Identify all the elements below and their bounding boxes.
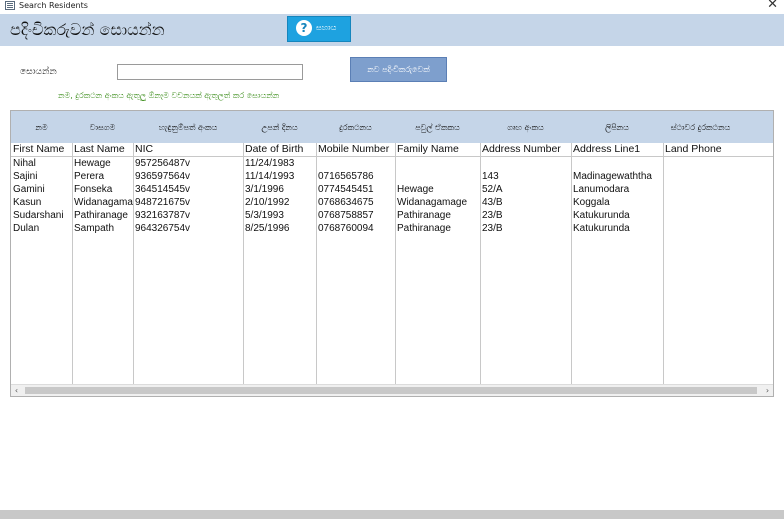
table-cell[interactable]: Madinagewaththa — [571, 170, 663, 183]
residents-grid[interactable]: නම වාසගම හැඳුනුම්පත් අංකය උපන් දිනය දුරකථනය ප… — [10, 110, 774, 397]
table-cell[interactable]: 0774545451 — [316, 183, 395, 196]
table-cell[interactable] — [571, 157, 663, 170]
table-cell[interactable]: 0768758857 — [316, 209, 395, 222]
table-cell[interactable]: 3/1/1996 — [243, 183, 316, 196]
table-row[interactable]: Nihal Hewage 957256487v 11/24/1983 — [11, 157, 773, 170]
table-cell[interactable]: Koggala — [571, 196, 663, 209]
table-cell[interactable]: 364514545v — [133, 183, 243, 196]
table-cell[interactable] — [663, 157, 738, 170]
new-resident-button[interactable]: නව පදිංචිකරුවෙක් — [350, 57, 447, 82]
table-cell[interactable]: 11/24/1983 — [243, 157, 316, 170]
table-cell[interactable] — [395, 157, 480, 170]
table-row[interactable]: KasunWidanagamage948721675v2/10/19920768… — [11, 196, 773, 209]
field-name-cell[interactable]: Address Line1 — [571, 143, 663, 156]
table-cell[interactable]: Pathiranage — [72, 209, 133, 222]
table-cell[interactable]: 964326754v — [133, 222, 243, 235]
field-name-cell[interactable]: NIC — [133, 143, 243, 156]
help-button[interactable]: ? සහාය — [287, 16, 351, 42]
column-header-8[interactable]: ස්ථාවර දුරකථනය — [663, 111, 738, 143]
app-icon — [5, 1, 15, 10]
table-cell[interactable]: Sajini — [11, 170, 72, 183]
table-cell[interactable]: Kasun — [11, 196, 72, 209]
field-name-cell[interactable]: Family Name — [395, 143, 480, 156]
column-headers: නම වාසගම හැඳුනුම්පත් අංකය උපන් දිනය දුරකථනය ප… — [11, 111, 773, 143]
scroll-left-icon[interactable]: ‹ — [11, 385, 22, 396]
window-title: Search Residents — [19, 1, 88, 10]
table-cell[interactable] — [663, 209, 738, 222]
horizontal-scrollbar[interactable]: ‹ › — [11, 384, 773, 396]
table-row[interactable]: Sudarshani Pathiranage 932163787v 5/3/1993 0… — [11, 209, 773, 222]
column-header-0[interactable]: නම — [11, 111, 72, 143]
status-bar — [0, 510, 784, 519]
column-header-6[interactable]: ගෘහ අංකය — [480, 111, 571, 143]
close-icon[interactable]: ✕ — [767, 0, 778, 11]
field-name-cell[interactable]: First Name — [11, 143, 72, 156]
field-name-cell[interactable]: Last Name — [72, 143, 133, 156]
table-cell[interactable]: 948721675v — [133, 196, 243, 209]
table-cell[interactable]: 0768760094 — [316, 222, 395, 235]
table-cell[interactable]: 2/10/1992 — [243, 196, 316, 209]
help-icon: ? — [296, 20, 312, 36]
column-header-4[interactable]: දුරකථනය — [316, 111, 395, 143]
column-header-7[interactable]: ලිපිනය — [571, 111, 663, 143]
table-cell[interactable] — [663, 222, 738, 235]
table-cell[interactable] — [316, 157, 395, 170]
table-cell[interactable]: Lanumodara — [571, 183, 663, 196]
table-cell[interactable]: Perera — [72, 170, 133, 183]
table-cell[interactable]: 932163787v — [133, 209, 243, 222]
table-cell[interactable]: 23/B — [480, 209, 571, 222]
help-button-label: සහාය — [316, 23, 337, 32]
table-cell[interactable] — [663, 183, 738, 196]
search-hint: නම, දුරකථන අංකය ඇතුලු ඕනෑම වචනයක් ඇතුලත්… — [58, 91, 280, 100]
table-cell[interactable]: 8/25/1996 — [243, 222, 316, 235]
scroll-right-icon[interactable]: › — [762, 385, 773, 396]
table-cell[interactable]: 936597564v — [133, 170, 243, 183]
table-row[interactable]: Sajini Perera 936597564v 11/14/1993 07165657… — [11, 170, 773, 183]
table-cell[interactable] — [480, 157, 571, 170]
page-title: පදිංචිකරුවන් සොයන්න — [10, 20, 165, 39]
field-name-cell[interactable]: Date of Birth — [243, 143, 316, 156]
table-cell[interactable]: Nihal — [11, 157, 72, 170]
table-cell[interactable]: Katukurunda — [571, 209, 663, 222]
header-bar: පදිංචිකරුවන් සොයන්න — [0, 14, 784, 46]
table-cell[interactable]: 0716565786 — [316, 170, 395, 183]
table-cell[interactable]: Widanagamage — [72, 196, 133, 209]
table-cell[interactable]: Sampath — [72, 222, 133, 235]
table-cell[interactable]: Gamini — [11, 183, 72, 196]
field-name-cell[interactable]: Land Phone — [663, 143, 738, 156]
table-cell[interactable]: Sudarshani — [11, 209, 72, 222]
column-header-5[interactable]: පවුල් ඒකකය — [395, 111, 480, 143]
table-cell[interactable]: Fonseka — [72, 183, 133, 196]
column-header-2[interactable]: හැඳුනුම්පත් අංකය — [133, 111, 243, 143]
table-cell[interactable]: Pathiranage — [395, 222, 480, 235]
scrollbar-thumb[interactable] — [25, 387, 757, 394]
search-label: සොයන්න — [20, 67, 57, 77]
field-name-cell[interactable]: Mobile Number — [316, 143, 395, 156]
table-cell[interactable]: 23/B — [480, 222, 571, 235]
table-cell[interactable]: Hewage — [395, 183, 480, 196]
title-bar: Search Residents ✕ — [0, 0, 784, 12]
table-cell[interactable] — [395, 170, 480, 183]
table-cell[interactable]: Dulan — [11, 222, 72, 235]
table-row[interactable]: Dulan Sampath 964326754v 8/25/1996 076876009… — [11, 222, 773, 235]
column-header-3[interactable]: උපන් දිනය — [243, 111, 316, 143]
table-cell[interactable]: 143 — [480, 170, 571, 183]
table-cell[interactable]: 5/3/1993 — [243, 209, 316, 222]
table-cell[interactable]: Pathiranage — [395, 209, 480, 222]
field-name-cell[interactable]: Address Number — [480, 143, 571, 156]
column-header-1[interactable]: වාසගම — [72, 111, 133, 143]
table-cell[interactable]: Hewage — [72, 157, 133, 170]
table-row[interactable]: Gamini Fonseka 364514545v 3/1/1996 077454545… — [11, 183, 773, 196]
table-cell[interactable]: 11/14/1993 — [243, 170, 316, 183]
table-cell[interactable] — [663, 170, 738, 183]
table-cell[interactable]: Widanagamage — [395, 196, 480, 209]
table-cell[interactable] — [663, 196, 738, 209]
table-cell[interactable]: 957256487v — [133, 157, 243, 170]
table-cell[interactable]: Katukurunda — [571, 222, 663, 235]
search-input[interactable] — [117, 64, 303, 80]
field-name-row: First Name Last Name NIC Date of Birth Mobil… — [11, 143, 773, 157]
table-cell[interactable]: 0768634675 — [316, 196, 395, 209]
table-cell[interactable]: 43/B — [480, 196, 571, 209]
table-cell[interactable]: 52/A — [480, 183, 571, 196]
